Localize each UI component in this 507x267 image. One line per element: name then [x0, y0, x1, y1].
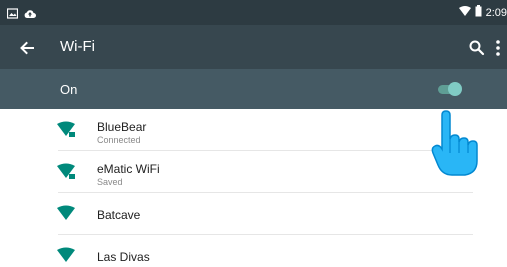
status-bar: 2:09: [0, 0, 507, 25]
status-time: 2:09: [485, 7, 507, 19]
network-item-las-divas[interactable]: Las Divas: [0, 235, 507, 267]
wifi-icon: [458, 4, 471, 22]
page-title: Wi-Fi: [60, 38, 95, 55]
network-name: eMatic WiFi: [97, 162, 160, 176]
wifi-signal-icon: [54, 246, 78, 266]
image-icon: [6, 6, 19, 24]
network-name: BlueBear: [97, 120, 147, 134]
wifi-toggle-bar[interactable]: On: [0, 69, 507, 109]
network-item-batcave[interactable]: Batcave: [0, 193, 507, 235]
wifi-signal-icon: [54, 120, 78, 140]
battery-icon: [475, 4, 482, 22]
pointing-hand-icon: [428, 109, 484, 177]
arrow-back-icon[interactable]: [16, 37, 38, 59]
wifi-signal-icon: [54, 204, 78, 224]
cloud-upload-icon: [24, 6, 36, 24]
more-vert-icon[interactable]: [492, 37, 504, 59]
network-status: Connected: [97, 135, 141, 145]
network-name: Las Divas: [97, 250, 150, 264]
wifi-signal-icon: [54, 162, 78, 182]
wifi-switch[interactable]: [436, 81, 464, 97]
network-name: Batcave: [97, 208, 141, 222]
switch-thumb: [448, 82, 462, 96]
wifi-toggle-label: On: [60, 82, 78, 97]
search-icon[interactable]: [466, 37, 488, 59]
network-status: Saved: [97, 177, 123, 187]
app-bar: Wi-Fi: [0, 25, 507, 69]
